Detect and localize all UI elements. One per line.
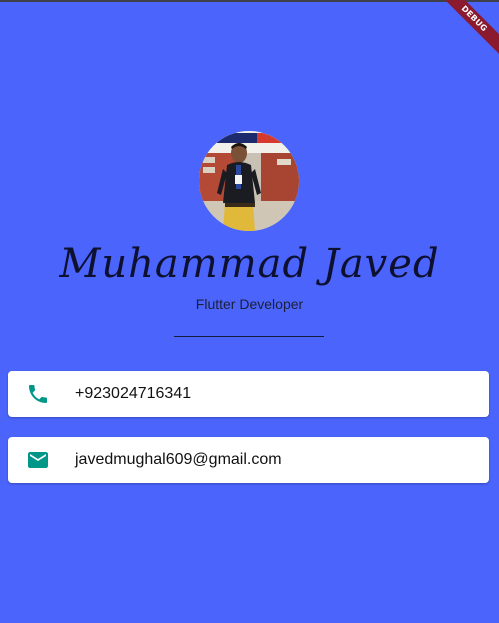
email-icon bbox=[25, 448, 51, 472]
avatar-photo bbox=[199, 131, 299, 231]
phone-icon bbox=[25, 382, 51, 406]
app-screen: DEBUG Muhammad Javed Flutter Developer +… bbox=[0, 0, 499, 623]
profile-title: Flutter Developer bbox=[195, 296, 304, 312]
email-card[interactable]: javedmughal609@gmail.com bbox=[8, 437, 489, 483]
debug-banner: DEBUG bbox=[439, 0, 499, 60]
phone-card[interactable]: +923024716341 bbox=[8, 371, 489, 417]
profile-name: Muhammad Javed bbox=[59, 241, 440, 287]
debug-banner-label: DEBUG bbox=[439, 0, 499, 56]
divider bbox=[174, 336, 324, 337]
phone-number: +923024716341 bbox=[75, 385, 192, 402]
email-address: javedmughal609@gmail.com bbox=[75, 451, 282, 468]
avatar bbox=[199, 131, 299, 231]
top-edge-line bbox=[0, 0, 499, 2]
